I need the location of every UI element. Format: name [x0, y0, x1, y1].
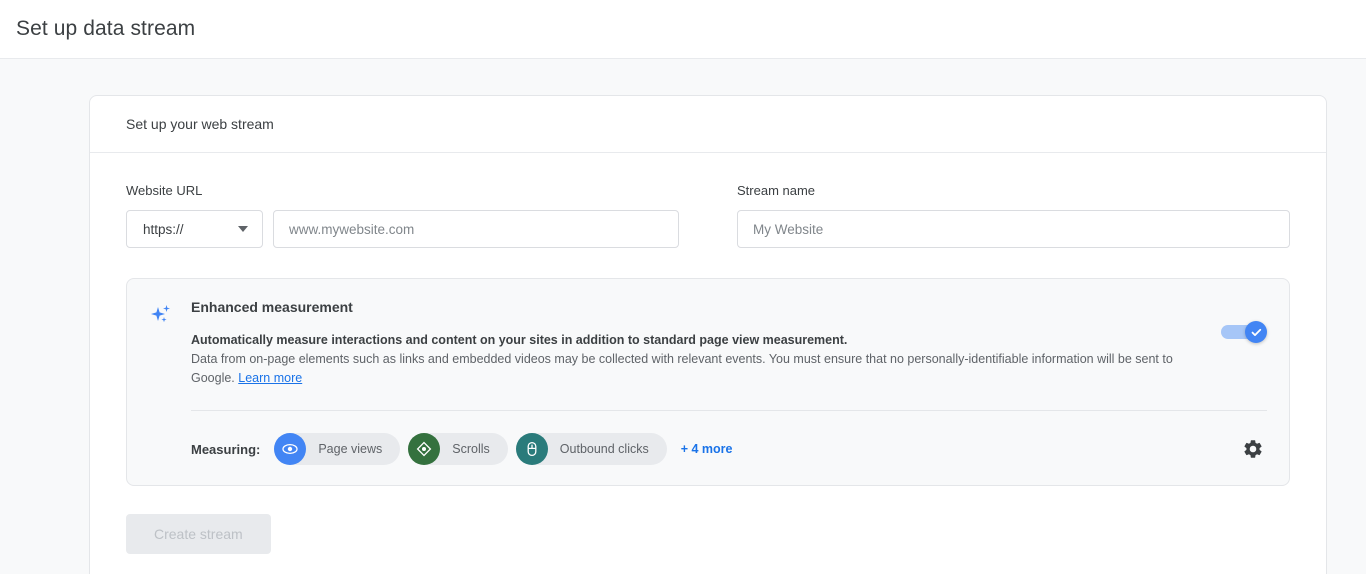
measuring-label: Measuring: — [191, 441, 261, 457]
enhanced-measurement-texts: Enhanced measurement Automatically measu… — [191, 299, 1205, 388]
website-url-input[interactable] — [273, 210, 679, 248]
chip-outbound-clicks[interactable]: Outbound clicks — [515, 433, 667, 465]
stream-name-input[interactable] — [737, 210, 1290, 248]
measuring-row: Measuring: Page views Scrolls Outbound c… — [191, 433, 1267, 465]
page-header: Set up data stream — [0, 0, 1366, 59]
more-chips-link[interactable]: + 4 more — [681, 442, 733, 456]
toggle-knob — [1245, 321, 1267, 343]
chip-label: Scrolls — [452, 442, 490, 456]
website-url-field-group: Website URL https:// — [126, 183, 679, 248]
url-scheme-value: https:// — [143, 221, 184, 237]
sparkle-icon — [147, 299, 175, 465]
fields-row: Website URL https:// Stream name — [126, 183, 1290, 248]
setup-web-stream-card: Set up your web stream Website URL https… — [89, 95, 1327, 574]
panel-divider — [191, 410, 1267, 411]
enhanced-measurement-toggle[interactable] — [1221, 321, 1267, 343]
card-body: Website URL https:// Stream name — [90, 153, 1326, 574]
url-scheme-select[interactable]: https:// — [126, 210, 263, 248]
mouse-icon — [515, 433, 548, 465]
chip-label: Outbound clicks — [559, 442, 649, 456]
card-header: Set up your web stream — [90, 96, 1326, 153]
check-icon — [1251, 328, 1261, 336]
scroll-icon — [408, 433, 441, 465]
enhanced-measurement-description-bold: Automatically measure interactions and c… — [191, 333, 848, 347]
measuring-chips: Page views Scrolls Outbound clicks — [274, 433, 667, 465]
enhanced-measurement-panel: Enhanced measurement Automatically measu… — [126, 278, 1290, 486]
chip-page-views[interactable]: Page views — [274, 433, 401, 465]
enhanced-measurement-head-row: Enhanced measurement Automatically measu… — [191, 299, 1267, 388]
website-url-input-group: https:// — [126, 210, 679, 248]
enhanced-measurement-title: Enhanced measurement — [191, 299, 353, 315]
website-url-label: Website URL — [126, 183, 203, 198]
learn-more-link[interactable]: Learn more — [238, 371, 302, 385]
eye-icon — [274, 433, 307, 465]
enhanced-measurement-description: Data from on-page elements such as links… — [191, 350, 1191, 388]
enhanced-measurement-description-text: Data from on-page elements such as links… — [191, 352, 1173, 385]
page-title: Set up data stream — [16, 17, 196, 40]
stream-name-input-group — [737, 210, 1290, 248]
enhanced-measurement-content: Enhanced measurement Automatically measu… — [191, 299, 1267, 465]
chevron-down-icon — [238, 226, 248, 232]
stream-name-field-group: Stream name — [737, 183, 1290, 248]
gear-icon[interactable] — [1239, 435, 1267, 463]
create-stream-button[interactable]: Create stream — [126, 514, 271, 554]
chip-label: Page views — [318, 442, 383, 456]
stream-name-label: Stream name — [737, 183, 816, 198]
card-container: Set up your web stream Website URL https… — [0, 59, 1366, 574]
card-header-title: Set up your web stream — [126, 116, 274, 132]
chip-scrolls[interactable]: Scrolls — [408, 433, 508, 465]
